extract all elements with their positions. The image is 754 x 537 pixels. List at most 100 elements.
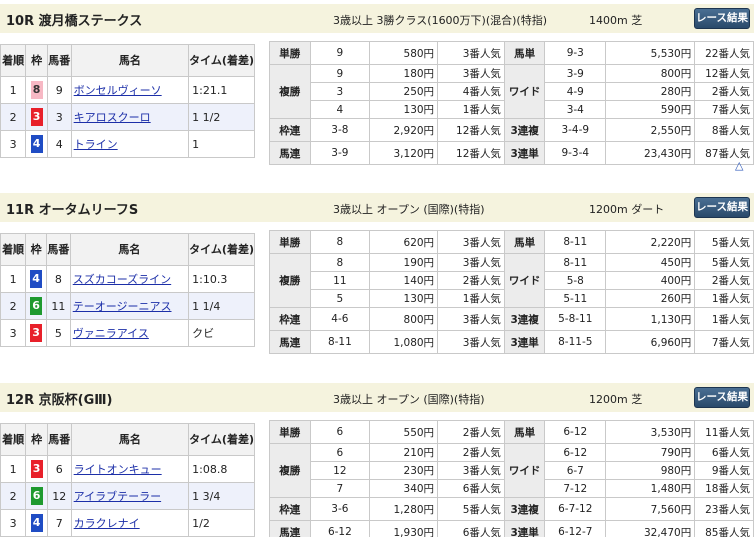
- time-cell: 1/2: [188, 509, 255, 537]
- results-table: 着順 枠 馬番 馬名 タイム(着差) 1 4 8 スズカコーズライン 1:10.3 2 6 1…: [0, 233, 255, 347]
- bet-payout: 260円: [605, 289, 696, 308]
- rank-cell: 1: [0, 76, 27, 104]
- horse-link[interactable]: テーオージーニアス: [73, 300, 172, 313]
- race-result-button[interactable]: レース結果: [694, 8, 750, 29]
- bet-payout: 800円: [605, 64, 696, 83]
- waku-badge: 6: [30, 297, 43, 315]
- bet-payout: 230円: [369, 461, 439, 480]
- horse-cell: テーオージーニアス: [69, 292, 190, 320]
- waku-cell: 4: [25, 265, 48, 293]
- payout-row: 馬連 6-12 1,930円 6番人気 3連単 6-12-7 32,470円 85番人気: [269, 520, 754, 537]
- horse-link[interactable]: ボンセルヴィーソ: [74, 84, 162, 97]
- rank-cell: 2: [0, 103, 27, 131]
- time-header: タイム(着差): [188, 233, 255, 266]
- bet-number: 8-11-5: [544, 330, 607, 354]
- bet-payout: 340円: [369, 479, 439, 498]
- waku-header: 枠: [25, 423, 48, 456]
- bet-payout: 3,530円: [605, 420, 696, 444]
- bet-payout: 6,960円: [605, 330, 696, 354]
- bet-popularity: 1番人気: [694, 307, 754, 331]
- bet-number: 6-12: [544, 420, 607, 444]
- bet-payout: 32,470円: [605, 520, 696, 537]
- rank-header: 着順: [0, 44, 27, 77]
- waku-header: 枠: [25, 233, 48, 266]
- bet-popularity: 2番人気: [694, 271, 754, 290]
- uma-cell: 6: [46, 455, 72, 483]
- bet-type-label: 単勝: [269, 230, 311, 254]
- bet-payout: 140円: [369, 271, 439, 290]
- horse-link[interactable]: スズカコーズライン: [73, 273, 171, 286]
- bet-number: 7-12: [544, 479, 607, 498]
- bet-number: 8-11: [544, 253, 607, 272]
- bet-payout: 280円: [605, 82, 696, 101]
- bet-popularity: 1番人気: [437, 100, 505, 119]
- bet-number: 8-11: [544, 230, 607, 254]
- bet-type-label: ワイド: [503, 443, 546, 498]
- bet-popularity: 3番人気: [437, 330, 505, 354]
- bet-payout: 5,530円: [605, 41, 696, 65]
- bet-number: 6: [309, 420, 371, 444]
- horse-link[interactable]: ライトオンキュー: [74, 463, 162, 476]
- bet-type-label: 複勝: [269, 253, 311, 308]
- results-header-row: 着順 枠 馬番 馬名 タイム(着差): [0, 44, 255, 77]
- bet-payout: 210円: [369, 443, 439, 462]
- uma-cell: 7: [46, 509, 72, 537]
- horse-link[interactable]: ヴァニラアイス: [73, 327, 149, 340]
- horse-link[interactable]: カラクレナイ: [74, 517, 140, 530]
- bet-payout: 2,550円: [605, 118, 696, 142]
- bet-number: 6: [309, 443, 371, 462]
- bet-type-label: 馬単: [503, 420, 546, 444]
- bet-number: 6-7: [544, 461, 607, 480]
- bet-popularity: 5番人気: [694, 253, 754, 272]
- rank-header: 着順: [0, 233, 27, 266]
- uma-cell: 8: [46, 265, 71, 293]
- bet-number: 6-12: [544, 443, 607, 462]
- horse-link[interactable]: キアロスクーロ: [74, 111, 151, 124]
- bet-popularity: 6番人気: [437, 520, 505, 537]
- horse-link[interactable]: アイラブテーラー: [74, 490, 161, 503]
- horse-cell: スズカコーズライン: [69, 265, 190, 293]
- bet-payout: 450円: [605, 253, 696, 272]
- horse-header: 馬名: [70, 44, 190, 77]
- waku-cell: 6: [25, 292, 48, 320]
- bet-number: 3-4-9: [544, 118, 607, 142]
- waku-cell: 3: [25, 319, 48, 347]
- bet-popularity: 3番人気: [437, 64, 505, 83]
- bet-type-label: 複勝: [269, 64, 311, 119]
- bet-payout: 800円: [369, 307, 439, 331]
- bet-popularity: 3番人気: [437, 461, 505, 480]
- payout-table: 単勝 8 620円 3番人気 馬単 8-11 2,220円 5番人気 複勝 8 190円 3番人気 ワイ…: [269, 230, 754, 354]
- race-conditions: 3歳以上 3勝クラス(1600万下)(混合)(特指): [333, 14, 548, 27]
- payout-row: 複勝 6 210円 2番人気 ワイド 6-12 790円 6番人気: [269, 443, 754, 498]
- bet-payout: 180円: [369, 64, 439, 83]
- bet-payout: 1,480円: [605, 479, 696, 498]
- horse-link[interactable]: トライン: [74, 138, 118, 151]
- uma-header: 馬番: [46, 44, 72, 77]
- bet-popularity: 8番人気: [694, 118, 754, 142]
- bet-popularity: 5番人気: [437, 497, 505, 521]
- horse-header: 馬名: [70, 423, 190, 456]
- bet-payout: 2,920円: [369, 118, 439, 142]
- payout-row: 枠連 3-6 1,280円 5番人気 3連複 6-7-12 7,560円 23番人気: [269, 497, 754, 521]
- race-result-button[interactable]: レース結果: [694, 387, 750, 408]
- waku-badge: 4: [30, 514, 43, 532]
- race-header: 11R オータムリーフS 3歳以上 オープン (国際)(特指) 1200m ダー…: [0, 193, 754, 222]
- payout-row: 枠連 4-6 800円 3番人気 3連複 5-8-11 1,130円 1番人気: [269, 307, 754, 331]
- bet-number: 11: [309, 271, 371, 290]
- race-distance: 1200m ダート: [589, 203, 665, 216]
- page-top-link[interactable]: △: [735, 159, 743, 172]
- race-result-button[interactable]: レース結果: [694, 197, 750, 218]
- bet-popularity: 22番人気: [694, 41, 754, 65]
- bet-popularity: 7番人気: [694, 100, 754, 119]
- horse-cell: ボンセルヴィーソ: [70, 76, 190, 104]
- bet-number: 3-8: [309, 118, 371, 142]
- race-name: 11R オータムリーフS: [6, 203, 139, 218]
- bet-popularity: 5番人気: [694, 230, 754, 254]
- bet-type-label: 3連複: [503, 307, 546, 331]
- bet-number: 9-3-4: [544, 141, 607, 165]
- result-row: 1 3 6 ライトオンキュー 1:08.8: [0, 455, 255, 483]
- payout-row: 馬連 8-11 1,080円 3番人気 3連単 8-11-5 6,960円 7番人気: [269, 330, 754, 354]
- bet-payout: 790円: [605, 443, 696, 462]
- bet-payout: 3,120円: [369, 141, 439, 165]
- bet-payout: 1,930円: [369, 520, 439, 537]
